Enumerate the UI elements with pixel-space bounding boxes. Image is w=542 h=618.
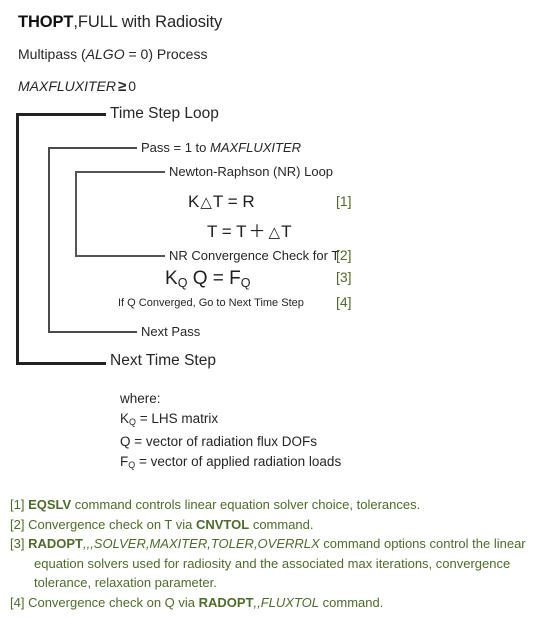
footnote-4-suffix: command. <box>319 594 384 610</box>
footnote-2: [2] Convergence check on T via CNVTOL co… <box>10 515 534 535</box>
equation-k: K <box>188 192 200 211</box>
footnote-2-prefix: Convergence check on T via <box>28 516 196 532</box>
legend-item-fq: FQ = vector of applied radiation loads <box>120 452 341 475</box>
footnote-1-text: command controls linear equation solver … <box>71 497 421 512</box>
next-time-step-label: Next Time Step <box>110 352 216 369</box>
pass-loop-label-prefix: Pass = 1 to <box>141 140 211 155</box>
footnote-1-tag: [1] <box>10 497 29 512</box>
newton-raphson-loop-label: Newton-Raphson (NR) Loop <box>169 164 334 179</box>
footnote-4-tag: [4] <box>10 594 29 610</box>
footnote-1-command: EQSLV <box>28 497 72 512</box>
footnote-4: [4] Convergence check on Q via RADOPT,,F… <box>10 593 534 613</box>
footnote-4-prefix: Convergence check on Q via <box>28 594 199 610</box>
q-converged-note: If Q Converged, Go to Next Time Step <box>118 297 304 309</box>
newton-raphson-loop-bracket <box>75 171 165 257</box>
equation-q-equals-f: Q = F <box>187 268 241 289</box>
footnote-2-suffix: command. <box>249 516 314 532</box>
footnote-2-tag: [2] <box>10 516 29 532</box>
legend-fq-text: = vector of applied radiation loads <box>135 453 342 469</box>
equation-delta-t: T <box>281 222 292 241</box>
equation-kq: K <box>165 268 178 289</box>
equation-temperature-update: T = T ＋ △T <box>207 217 291 242</box>
legend-fq-symbol: F <box>120 453 129 469</box>
pass-loop-label-variable: MAXFLUXITER <box>210 140 302 155</box>
footnote-3: [3] RADOPT,,,SOLVER,MAXITER,TOLER,OVERRL… <box>10 534 534 593</box>
legend-heading: where: <box>120 391 161 406</box>
footnote-3-arguments: ,,,SOLVER,MAXITER,TOLER,OVERRLX <box>82 536 320 551</box>
equation-kq-subscript: Q <box>177 275 188 290</box>
legend-kq-subscript: Q <box>129 416 136 427</box>
delta-triangle-icon: △ <box>200 193 212 211</box>
footnote-1: [1] EQSLV command controls linear equati… <box>10 495 534 515</box>
legend-block: where: KQ = LHS matrix Q = vector of rad… <box>120 389 341 475</box>
nr-convergence-check-label: NR Convergence Check for T <box>169 248 340 263</box>
footnotes-block: [1] EQSLV command controls linear equati… <box>10 495 534 612</box>
footnote-3-tag: [3] <box>10 536 29 551</box>
legend-item-q: Q = vector of radiation flux DOFs <box>120 433 317 449</box>
legend-item-kq: KQ = LHS matrix <box>120 409 341 432</box>
reference-tag-3: [3] <box>336 269 352 285</box>
plus-icon: ＋ <box>248 222 266 241</box>
equation-t-equals-t: T = T <box>207 222 247 241</box>
equation-stiffness: K△T = R <box>188 192 255 212</box>
equation-tr: T = R <box>212 192 255 211</box>
footnote-4-arguments: ,,FLUXTOL <box>253 594 320 610</box>
footnote-3-command: RADOPT <box>28 536 83 551</box>
reference-tag-4: [4] <box>336 294 352 310</box>
legend-kq-symbol: K <box>120 411 130 426</box>
pass-loop-label: Pass = 1 to MAXFLUXITER <box>141 140 301 155</box>
delta-triangle-icon: △ <box>268 223 281 241</box>
footnote-2-command: CNVTOL <box>195 516 250 532</box>
reference-tag-1: [1] <box>336 193 352 209</box>
equation-fq-subscript: Q <box>240 275 251 290</box>
equation-radiosity: KQ Q = FQ <box>165 268 251 290</box>
footnote-4-command: RADOPT <box>198 594 254 610</box>
next-pass-label: Next Pass <box>141 324 201 339</box>
time-step-loop-label: Time Step Loop <box>110 105 219 122</box>
flow-diagram: Time Step Loop Pass = 1 to MAXFLUXITER N… <box>0 0 542 400</box>
reference-tag-2: [2] <box>336 247 352 263</box>
legend-kq-text: = LHS matrix <box>135 411 219 426</box>
